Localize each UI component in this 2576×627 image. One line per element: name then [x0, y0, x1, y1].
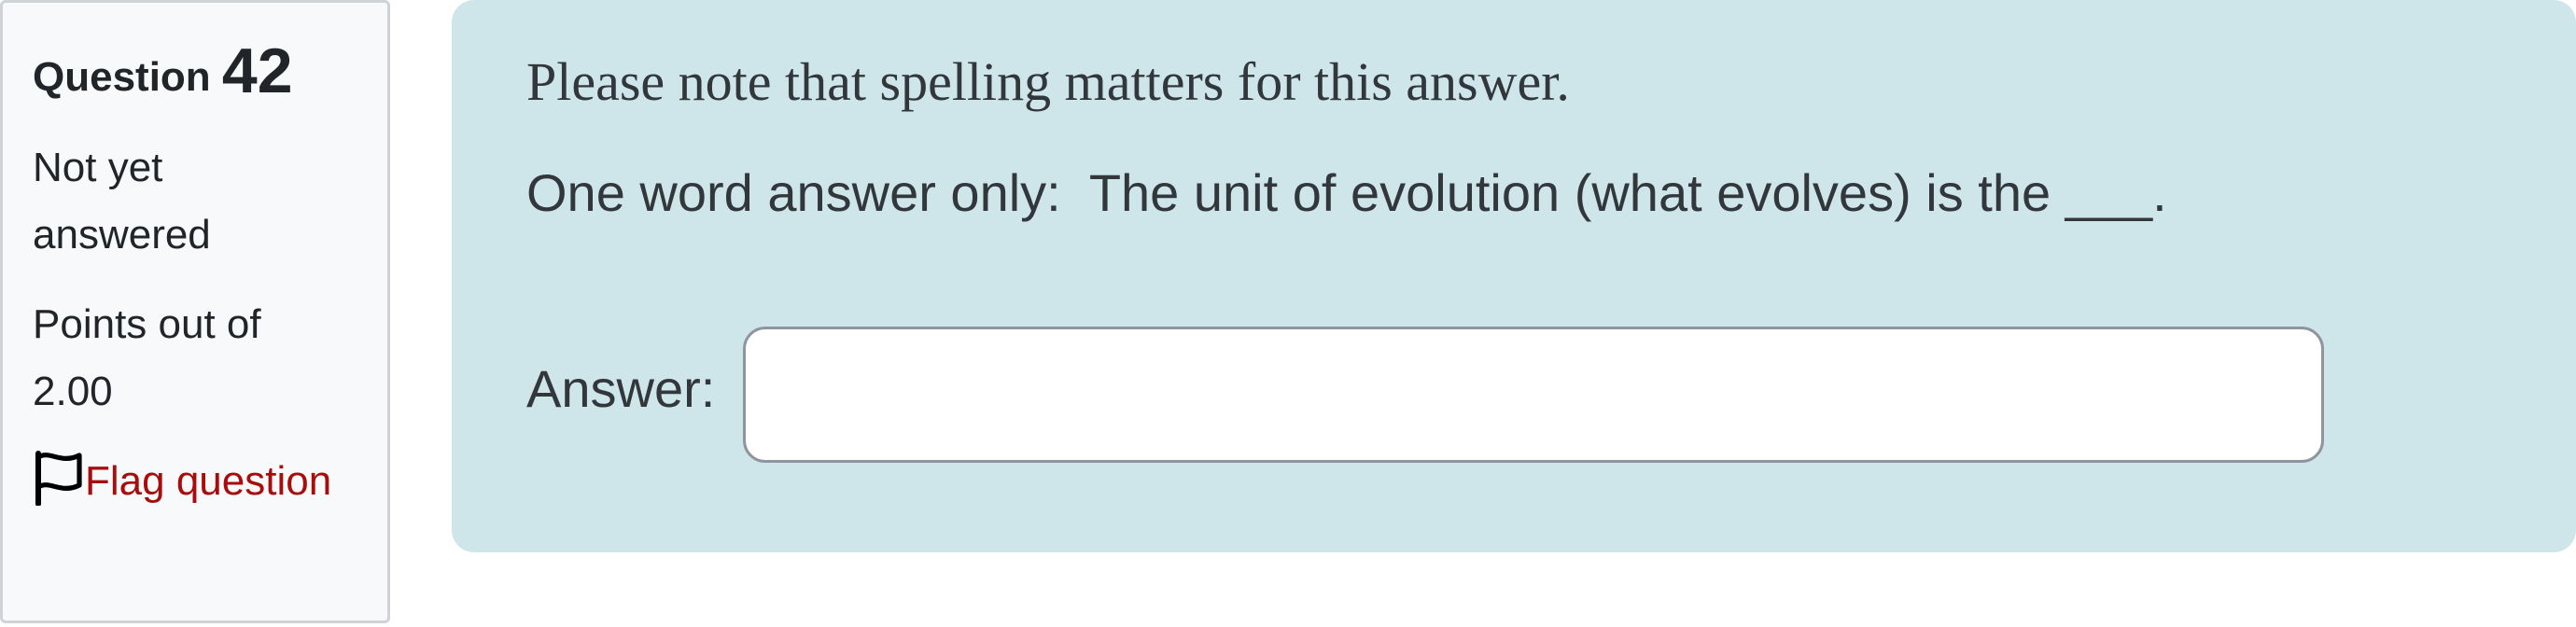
answer-input[interactable]: [743, 327, 2324, 463]
question-number: 42: [221, 35, 293, 106]
question-state: Not yet answered: [33, 144, 211, 258]
question-number-heading: Question 42: [33, 36, 387, 106]
spelling-note: Please note that spelling matters for th…: [526, 51, 1570, 112]
question-text: One word answer only: The unit of evolut…: [526, 163, 2167, 222]
question-grade: Points out of 2.00: [33, 300, 261, 414]
question-content-panel: Please note that spelling matters for th…: [452, 0, 2576, 552]
question-info-panel: Question 42 Not yet answered Points out …: [0, 0, 390, 623]
flag-question-link[interactable]: Flag question: [33, 448, 350, 515]
question-label: Question: [33, 54, 211, 100]
flag-icon: [35, 450, 82, 507]
flag-question-label: Flag question: [85, 457, 332, 504]
answer-label: Answer:: [526, 359, 716, 418]
